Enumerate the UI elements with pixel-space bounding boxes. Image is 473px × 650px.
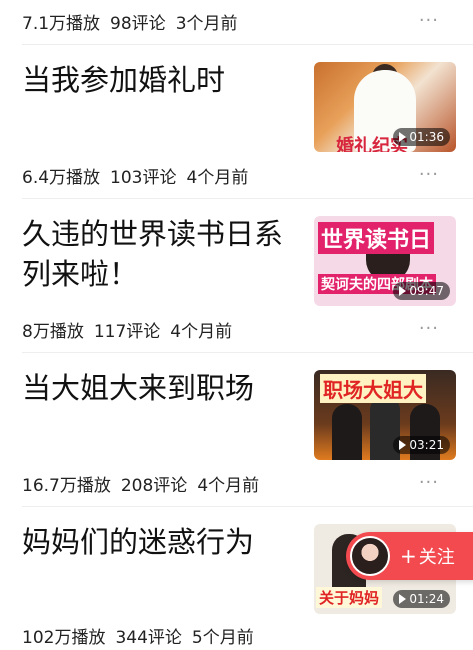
play-icon xyxy=(399,594,407,604)
duration-text: 03:21 xyxy=(409,438,444,452)
duration-badge: 01:24 xyxy=(393,590,450,608)
play-count: 6.4万播放 xyxy=(22,167,101,188)
comment-count: 117评论 xyxy=(93,321,161,342)
comment-count: 98评论 xyxy=(110,13,166,34)
divider xyxy=(22,44,473,45)
publish-age: 5个月前 xyxy=(191,627,254,648)
play-count: 16.7万播放 xyxy=(22,475,111,496)
follow-label: 关注 xyxy=(418,547,455,568)
more-options-icon[interactable]: ··· xyxy=(419,474,439,492)
video-thumbnail[interactable]: 世界读书日 契诃夫的四部剧本 09:47 xyxy=(314,216,456,306)
play-icon xyxy=(399,286,407,296)
video-meta: 102万播放 344评论 5个月前 xyxy=(22,620,457,650)
avatar xyxy=(350,536,390,576)
publish-age: 4个月前 xyxy=(170,321,233,342)
video-thumbnail[interactable]: 婚礼纪实 01:36 xyxy=(314,62,456,152)
video-meta: 8万播放 117评论 4个月前 ··· xyxy=(22,314,457,344)
thumb-caption: 世界读书日 xyxy=(318,222,435,254)
divider xyxy=(22,506,473,507)
video-meta: 7.1万播放 98评论 3个月前 ··· xyxy=(22,6,457,36)
duration-badge: 01:36 xyxy=(393,128,450,146)
comment-count: 103评论 xyxy=(110,167,177,188)
video-title[interactable]: 久违的世界读书日系列来啦！ xyxy=(22,214,302,294)
video-title[interactable]: 当我参加婚礼时 xyxy=(22,60,302,100)
divider xyxy=(22,198,473,199)
thumb-caption: 职场大姐大 xyxy=(320,374,426,403)
duration-text: 01:36 xyxy=(409,130,444,144)
thumb-figure xyxy=(332,404,362,460)
comment-count: 208评论 xyxy=(120,475,188,496)
video-thumbnail[interactable]: 职场大姐大 03:21 xyxy=(314,370,456,460)
follow-button[interactable]: + 关注 xyxy=(346,532,473,580)
video-title[interactable]: 妈妈们的迷惑行为 xyxy=(22,522,302,562)
plus-icon: + xyxy=(400,544,417,568)
play-icon xyxy=(399,440,407,450)
publish-age: 3个月前 xyxy=(175,13,238,34)
duration-badge: 03:21 xyxy=(393,436,450,454)
comment-count: 344评论 xyxy=(115,627,182,648)
video-meta: 6.4万播放 103评论 4个月前 ··· xyxy=(22,160,457,190)
play-count: 102万播放 xyxy=(22,627,106,648)
publish-age: 4个月前 xyxy=(186,167,249,188)
play-count: 7.1万播放 xyxy=(22,13,101,34)
more-options-icon[interactable]: ··· xyxy=(419,320,439,338)
play-count: 8万播放 xyxy=(22,321,84,342)
thumb-caption: 关于妈妈 xyxy=(316,587,383,608)
divider xyxy=(22,352,473,353)
duration-badge: 09:47 xyxy=(393,282,450,300)
video-title[interactable]: 当大姐大来到职场 xyxy=(22,368,302,408)
duration-text: 09:47 xyxy=(409,284,444,298)
play-icon xyxy=(399,132,407,142)
publish-age: 4个月前 xyxy=(197,475,260,496)
video-meta: 16.7万播放 208评论 4个月前 ··· xyxy=(22,468,457,498)
more-options-icon[interactable]: ··· xyxy=(419,166,439,184)
more-options-icon[interactable]: ··· xyxy=(419,12,439,30)
duration-text: 01:24 xyxy=(409,592,444,606)
